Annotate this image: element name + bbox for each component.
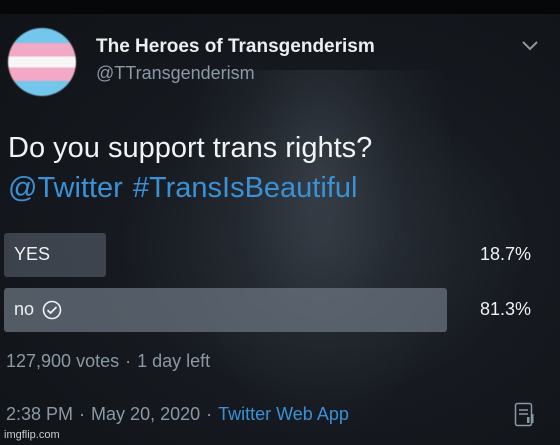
poll-option-percent: 18.7% (479, 244, 531, 264)
mention-link[interactable]: @Twitter (8, 172, 123, 204)
tweet-card: The Heroes of Transgenderism @TTransgend… (0, 0, 560, 445)
time-left: 1 day left (137, 351, 211, 371)
tweet-footer: 2:38 PM · May 20, 2020 · Twitter Web App (6, 404, 349, 425)
tweet-tags: @Twitter #TransIsBeautiful (8, 172, 357, 205)
separator-dot: · (206, 404, 213, 424)
poll-option-yes: YES 18.7% (4, 233, 549, 277)
chevron-down-icon[interactable] (520, 38, 540, 52)
separator-dot: · (79, 404, 86, 424)
poll-option-label: no (14, 299, 35, 319)
hashtag-link[interactable]: #TransIsBeautiful (133, 172, 358, 204)
account-handle[interactable]: @TTransgenderism (96, 63, 255, 84)
check-circle-icon (42, 300, 62, 319)
poll-option-label: YES (14, 244, 51, 264)
top-strip (0, 0, 560, 14)
display-name[interactable]: The Heroes of Transgenderism (96, 36, 375, 58)
tweet-date[interactable]: May 20, 2020 (91, 404, 200, 424)
poll-option-percent: 81.3% (479, 299, 531, 319)
client-link[interactable]: Twitter Web App (218, 404, 349, 424)
avatar[interactable] (8, 28, 76, 96)
poll-meta: 127,900 votes · 1 day left (6, 351, 210, 372)
watermark: imgflip.com (4, 429, 60, 441)
tweet-time[interactable]: 2:38 PM (6, 404, 73, 424)
tweet-text: Do you support trans rights? (8, 132, 373, 164)
poll-bar-no (4, 288, 447, 332)
analytics-icon[interactable] (514, 402, 536, 428)
vote-count: 127,900 votes (6, 351, 120, 371)
poll-option-no: no 81.3% (4, 288, 549, 332)
separator-dot: · (125, 351, 132, 371)
